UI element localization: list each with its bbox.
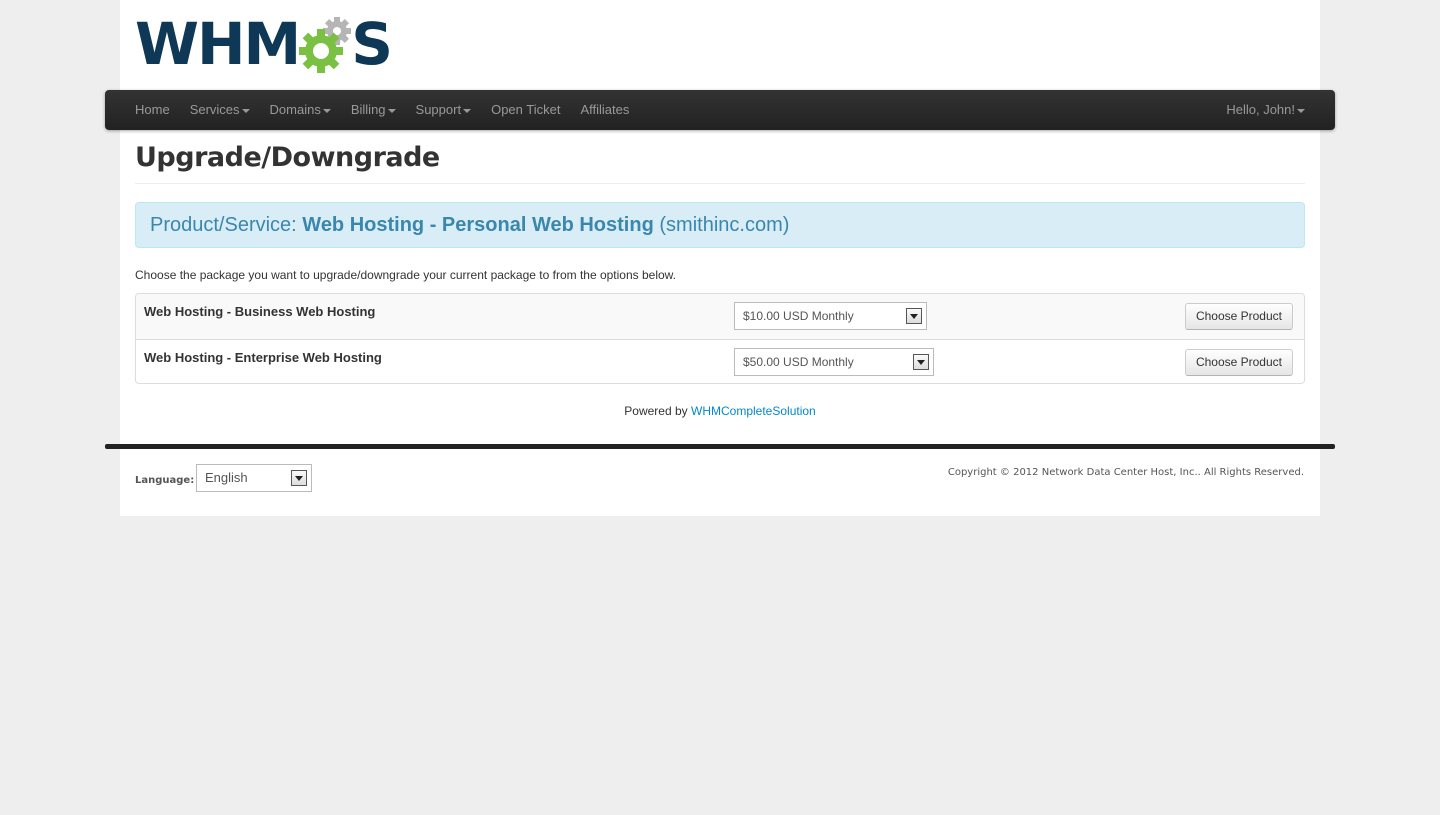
package-name: Web Hosting - Enterprise Web Hosting [144, 350, 382, 365]
powered-by: Powered by WHMCompleteSolution [120, 404, 1320, 418]
nav-item-open-ticket[interactable]: Open Ticket [481, 90, 570, 130]
powered-by-link[interactable]: WHMCompleteSolution [691, 404, 816, 418]
table-row: Web Hosting - Enterprise Web Hosting $50… [136, 339, 1304, 383]
caret-down-icon [1297, 108, 1305, 113]
billing-cycle-select[interactable]: $50.00 USD Monthly [734, 348, 934, 376]
nav-item-label: Billing [350, 102, 386, 117]
logo-wordmark: WHM S [135, 10, 393, 78]
caret-down-icon [387, 108, 396, 113]
choose-product-button[interactable]: Choose Product [1184, 303, 1293, 330]
footer-divider [105, 444, 1335, 449]
nav-item-label: Home [135, 102, 170, 117]
logo-text-right: S [351, 10, 393, 78]
package-name: Web Hosting - Business Web Hosting [144, 304, 376, 319]
user-menu-label: Hello, John! [1226, 102, 1295, 117]
chevron-down-icon [906, 308, 922, 324]
choose-product-button[interactable]: Choose Product [1184, 349, 1293, 376]
nav-item-label: Services [189, 102, 240, 117]
product-domain: (smithinc.com) [659, 214, 790, 236]
nav-item-support[interactable]: Support [406, 90, 482, 130]
current-product-banner: Product/Service: Web Hosting - Personal … [135, 202, 1305, 248]
product-label: Product/Service: [150, 214, 297, 236]
intro-text: Choose the package you want to upgrade/d… [135, 268, 677, 282]
nav-item-label: Domains [269, 102, 321, 117]
caret-down-icon [463, 108, 472, 113]
table-row: Web Hosting - Business Web Hosting $10.0… [136, 294, 1304, 339]
title-divider [135, 183, 1305, 184]
powered-by-prefix: Powered by [624, 404, 688, 418]
billing-cycle-select[interactable]: $10.00 USD Monthly [734, 302, 927, 330]
page-container: WHM S Upgrade/Downgrade Product/Service:… [120, 0, 1320, 516]
language-value: English [205, 470, 248, 485]
page-title: Upgrade/Downgrade [135, 142, 440, 173]
nav-item-billing[interactable]: Billing [341, 90, 406, 130]
chevron-down-icon [291, 470, 307, 486]
caret-down-icon [322, 108, 331, 113]
gear-icon [299, 17, 352, 73]
package-table: Web Hosting - Business Web Hosting $10.0… [135, 293, 1305, 384]
nav-item-affiliates[interactable]: Affiliates [570, 90, 639, 130]
language-select[interactable]: English [196, 464, 312, 492]
whmcs-logo[interactable]: WHM S [135, 10, 393, 78]
user-menu[interactable]: Hello, John! [1216, 90, 1315, 130]
nav-item-domains[interactable]: Domains [260, 90, 341, 130]
billing-cycle-value: $10.00 USD Monthly [743, 309, 854, 323]
nav-item-label: Support [415, 102, 462, 117]
billing-cycle-value: $50.00 USD Monthly [743, 355, 854, 369]
copyright-text: Copyright © 2012 Network Data Center Hos… [947, 467, 1304, 478]
logo-text-left: WHM [135, 10, 301, 78]
chevron-down-icon [913, 354, 929, 370]
main-navbar: Home Services Domains Billing Support Op… [105, 90, 1335, 130]
nav-item-label: Affiliates [580, 102, 630, 117]
nav-item-home[interactable]: Home [125, 90, 180, 130]
nav-item-services[interactable]: Services [180, 90, 260, 130]
nav-item-label: Open Ticket [491, 102, 561, 117]
caret-down-icon [241, 108, 250, 113]
language-label: Language: [135, 475, 195, 486]
product-name: Web Hosting - Personal Web Hosting [302, 214, 654, 236]
